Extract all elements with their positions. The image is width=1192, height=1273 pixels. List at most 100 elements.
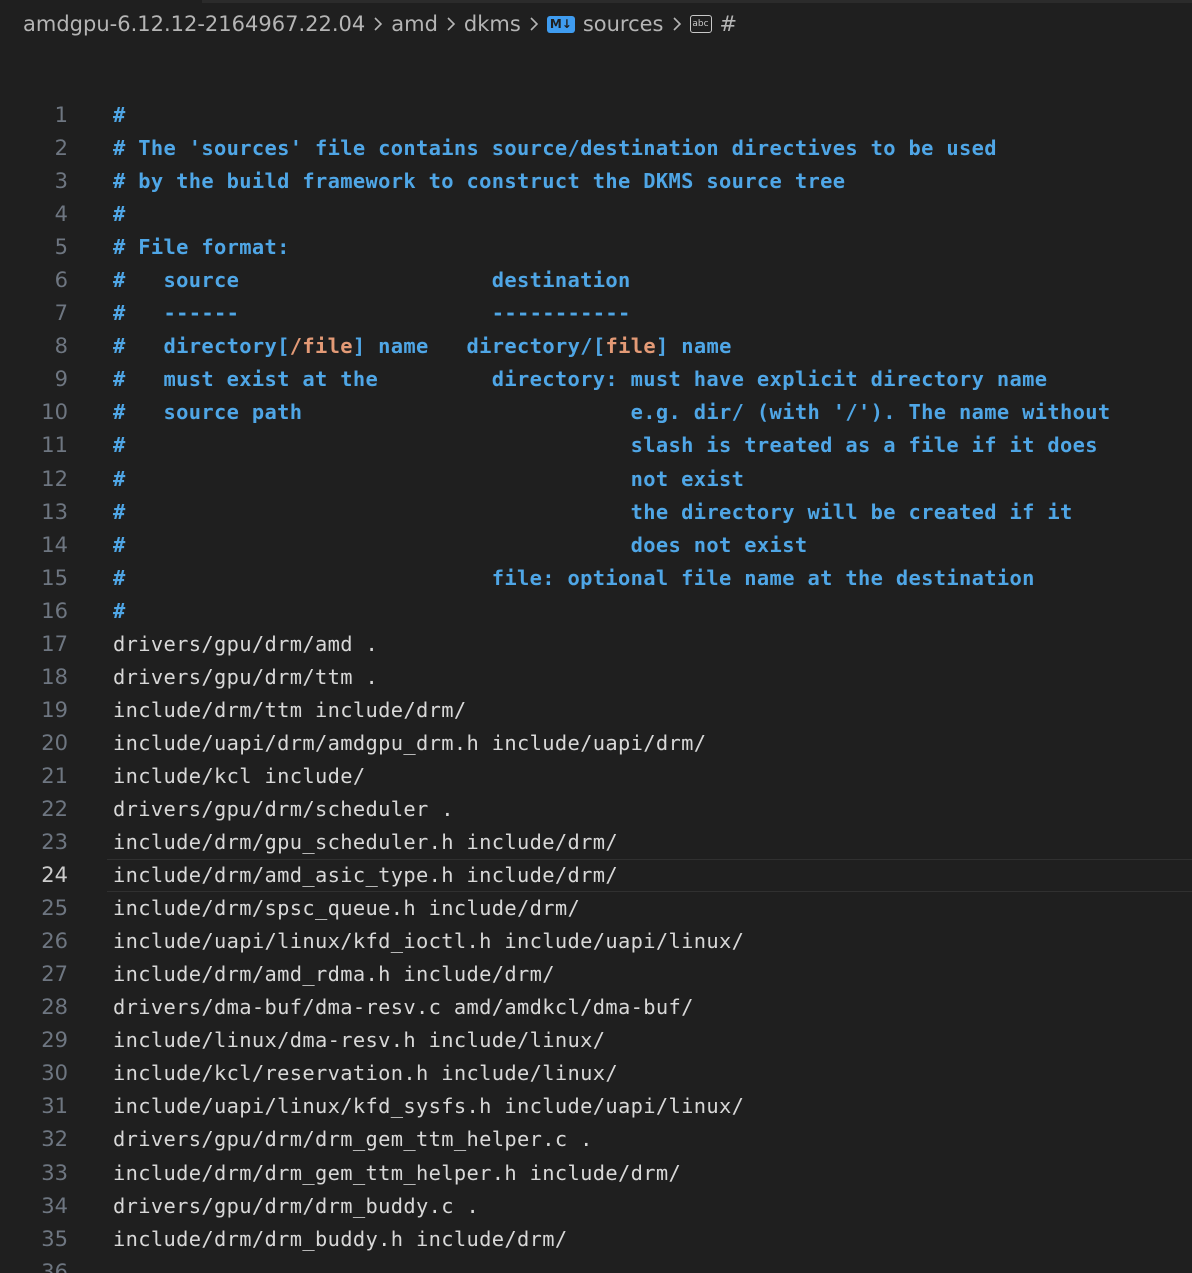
code-token: include/kcl/reservation.h include/linux/ bbox=[113, 1061, 619, 1086]
breadcrumb-item-sources[interactable]: sources bbox=[583, 12, 664, 36]
code-line[interactable]: 30 include/kcl/reservation.h include/linu… bbox=[0, 1057, 1192, 1090]
code-token: # source destination bbox=[113, 268, 631, 293]
code-line[interactable]: 14 # does not exist bbox=[0, 529, 1192, 562]
code-line[interactable]: 28 drivers/dma-buf/dma-resv.c amd/amdkcl/… bbox=[0, 991, 1192, 1024]
code-line[interactable]: 26 include/uapi/linux/kfd_ioctl.h include… bbox=[0, 925, 1192, 958]
code-token: # must exist at the directory: must have… bbox=[113, 367, 1048, 392]
comment-text: # ------ ----------- bbox=[113, 297, 631, 330]
line-number: 2 bbox=[54, 136, 68, 161]
line-number: 5 bbox=[54, 235, 68, 260]
line-number: 15 bbox=[41, 565, 68, 590]
code-token: include/drm/amd_rdma.h include/drm/ bbox=[113, 962, 555, 987]
code-text: include/uapi/linux/kfd_sysfs.h include/u… bbox=[113, 1090, 744, 1123]
code-line[interactable]: 9 # must exist at the directory: must hav… bbox=[0, 363, 1192, 396]
code-token: drivers/gpu/drm/drm_buddy.c . bbox=[113, 1193, 480, 1218]
breadcrumb-item-symbol[interactable]: # bbox=[720, 12, 738, 36]
code-editor[interactable]: 1 # 2 # The 'sources' file contains source/… bbox=[0, 99, 1192, 1273]
symbol-string-icon-label: abc bbox=[692, 18, 709, 29]
code-line[interactable]: 33 include/drm/drm_gem_ttm_helper.h inclu… bbox=[0, 1157, 1192, 1190]
code-line[interactable]: 27 include/drm/amd_rdma.h include/drm/ bbox=[0, 958, 1192, 991]
line-number: 19 bbox=[41, 697, 68, 722]
code-token: include/drm/drm_buddy.h include/drm/ bbox=[113, 1226, 568, 1251]
code-token: # the directory will be created if it bbox=[113, 499, 1073, 524]
code-line[interactable]: 19 include/drm/ttm include/drm/ bbox=[0, 694, 1192, 727]
code-line[interactable]: 12 # not exist bbox=[0, 463, 1192, 496]
code-line[interactable]: 24 include/drm/amd_asic_type.h include/dr… bbox=[0, 859, 1192, 893]
code-token: # The 'sources' file contains source/des… bbox=[113, 136, 997, 161]
code-token: include/drm/drm_gem_ttm_helper.h include… bbox=[113, 1160, 682, 1185]
code-token: # bbox=[113, 103, 126, 127]
comment-text: # source path e.g. dir/ (with '/'). The … bbox=[113, 396, 1110, 429]
code-text: include/drm/ttm include/drm/ bbox=[113, 694, 467, 727]
code-line[interactable]: 15 # file: optional file name at the dest… bbox=[0, 562, 1192, 595]
code-token: # not exist bbox=[113, 466, 745, 491]
symbol-string-icon: abc bbox=[689, 15, 712, 33]
code-line[interactable]: 31 include/uapi/linux/kfd_sysfs.h include… bbox=[0, 1090, 1192, 1123]
code-line[interactable]: 10 # source path e.g. dir/ (with '/'). Th… bbox=[0, 396, 1192, 429]
comment-text: # source destination bbox=[113, 264, 631, 297]
code-line[interactable]: 4 # bbox=[0, 198, 1192, 231]
line-number: 14 bbox=[41, 532, 68, 557]
code-line[interactable]: 7 # ------ ----------- bbox=[0, 297, 1192, 330]
code-line[interactable]: 18 drivers/gpu/drm/ttm . bbox=[0, 661, 1192, 694]
code-line[interactable]: 1 # bbox=[0, 99, 1192, 132]
breadcrumb-item-root[interactable]: amdgpu-6.12.12-2164967.22.04 bbox=[23, 12, 365, 36]
code-line[interactable]: 3 # by the build framework to construct t… bbox=[0, 165, 1192, 198]
code-line[interactable]: 32 drivers/gpu/drm/drm_gem_ttm_helper.c . bbox=[0, 1123, 1192, 1156]
code-token: # does not exist bbox=[113, 532, 808, 557]
code-line[interactable]: 11 # slash is treated as a file if it doe… bbox=[0, 429, 1192, 462]
code-text: include/uapi/drm/amdgpu_drm.h include/ua… bbox=[113, 727, 706, 760]
code-token: include/drm/ttm include/drm/ bbox=[113, 697, 467, 722]
code-line[interactable]: 13 # the directory will be created if it bbox=[0, 496, 1192, 529]
code-token: # directory[ bbox=[113, 334, 290, 359]
breadcrumb-item-amd[interactable]: amd bbox=[391, 12, 438, 36]
code-line[interactable]: 5 # File format: bbox=[0, 231, 1192, 264]
line-number: 13 bbox=[41, 499, 68, 524]
code-text: drivers/gpu/drm/drm_gem_ttm_helper.c . bbox=[113, 1123, 593, 1156]
code-text: drivers/dma-buf/dma-resv.c amd/amdkcl/dm… bbox=[113, 991, 694, 1024]
code-line[interactable]: 16 # bbox=[0, 595, 1192, 628]
code-text: include/drm/spsc_queue.h include/drm/ bbox=[113, 892, 580, 925]
line-number: 35 bbox=[41, 1226, 68, 1251]
code-line[interactable]: 25 include/drm/spsc_queue.h include/drm/ bbox=[0, 892, 1192, 925]
code-token: # ------ ----------- bbox=[113, 301, 631, 326]
line-number: 24 bbox=[41, 863, 68, 888]
line-number: 7 bbox=[54, 301, 68, 326]
code-text: drivers/gpu/drm/scheduler . bbox=[113, 793, 454, 826]
editor-window: amdgpu-6.12.12-2164967.22.04 amd dkms M↓… bbox=[0, 0, 1192, 1273]
line-number: 6 bbox=[54, 268, 68, 293]
line-number: 28 bbox=[41, 995, 68, 1020]
code-text: include/kcl/reservation.h include/linux/ bbox=[113, 1057, 618, 1090]
code-line[interactable]: 8 # directory[/file] name directory/[file… bbox=[0, 330, 1192, 363]
comment-text: # file: optional file name at the destin… bbox=[113, 562, 1035, 595]
chevron-right-icon bbox=[438, 16, 464, 32]
code-token: # File format: bbox=[113, 235, 290, 260]
code-line[interactable]: 34 drivers/gpu/drm/drm_buddy.c . bbox=[0, 1190, 1192, 1223]
line-number: 23 bbox=[41, 830, 68, 855]
code-token: drivers/dma-buf/dma-resv.c amd/amdkcl/dm… bbox=[113, 995, 694, 1020]
code-line[interactable]: 36 bbox=[0, 1256, 1192, 1273]
code-token: ] name directory/[ bbox=[352, 334, 606, 359]
breadcrumb: amdgpu-6.12.12-2164967.22.04 amd dkms M↓… bbox=[23, 6, 737, 42]
comment-text: # The 'sources' file contains source/des… bbox=[113, 132, 997, 165]
code-line[interactable]: 20 include/uapi/drm/amdgpu_drm.h include/… bbox=[0, 727, 1192, 760]
code-line[interactable]: 21 include/kcl include/ bbox=[0, 760, 1192, 793]
code-line[interactable]: 29 include/linux/dma-resv.h include/linux… bbox=[0, 1024, 1192, 1057]
comment-text: # File format: bbox=[113, 231, 290, 264]
line-number: 26 bbox=[41, 929, 68, 954]
code-line[interactable]: 6 # source destination bbox=[0, 264, 1192, 297]
code-line[interactable]: 23 include/drm/gpu_scheduler.h include/dr… bbox=[0, 826, 1192, 859]
code-token: # by the build framework to construct th… bbox=[113, 169, 846, 194]
code-text: include/linux/dma-resv.h include/linux/ bbox=[113, 1024, 605, 1057]
code-token: # bbox=[113, 202, 126, 227]
comment-text: # must exist at the directory: must have… bbox=[113, 363, 1047, 396]
tab-bar-edge bbox=[202, 0, 1192, 3]
code-line[interactable]: 2 # The 'sources' file contains source/de… bbox=[0, 132, 1192, 165]
code-line[interactable]: 35 include/drm/drm_buddy.h include/drm/ bbox=[0, 1223, 1192, 1256]
code-text: include/drm/amd_asic_type.h include/drm/ bbox=[113, 859, 618, 892]
code-token: include/linux/dma-resv.h include/linux/ bbox=[113, 1028, 606, 1053]
comment-text: # the directory will be created if it bbox=[113, 496, 1073, 529]
code-line[interactable]: 17 drivers/gpu/drm/amd . bbox=[0, 628, 1192, 661]
code-line[interactable]: 22 drivers/gpu/drm/scheduler . bbox=[0, 793, 1192, 826]
breadcrumb-item-dkms[interactable]: dkms bbox=[464, 12, 521, 36]
